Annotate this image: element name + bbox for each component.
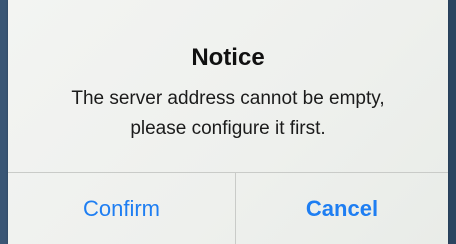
cancel-button[interactable]: Cancel	[236, 173, 448, 244]
dialog-message-line-2: please configure it first.	[130, 118, 326, 139]
dialog-content: Notice The server address cannot be empt…	[8, 0, 448, 172]
alert-dialog: Notice The server address cannot be empt…	[8, 0, 448, 244]
dialog-message-line-1: The server address cannot be empty,	[71, 88, 385, 109]
dialog-message: The server address cannot be empty, plea…	[8, 84, 448, 144]
confirm-button[interactable]: Confirm	[8, 173, 235, 244]
dialog-title: Notice	[191, 44, 265, 71]
